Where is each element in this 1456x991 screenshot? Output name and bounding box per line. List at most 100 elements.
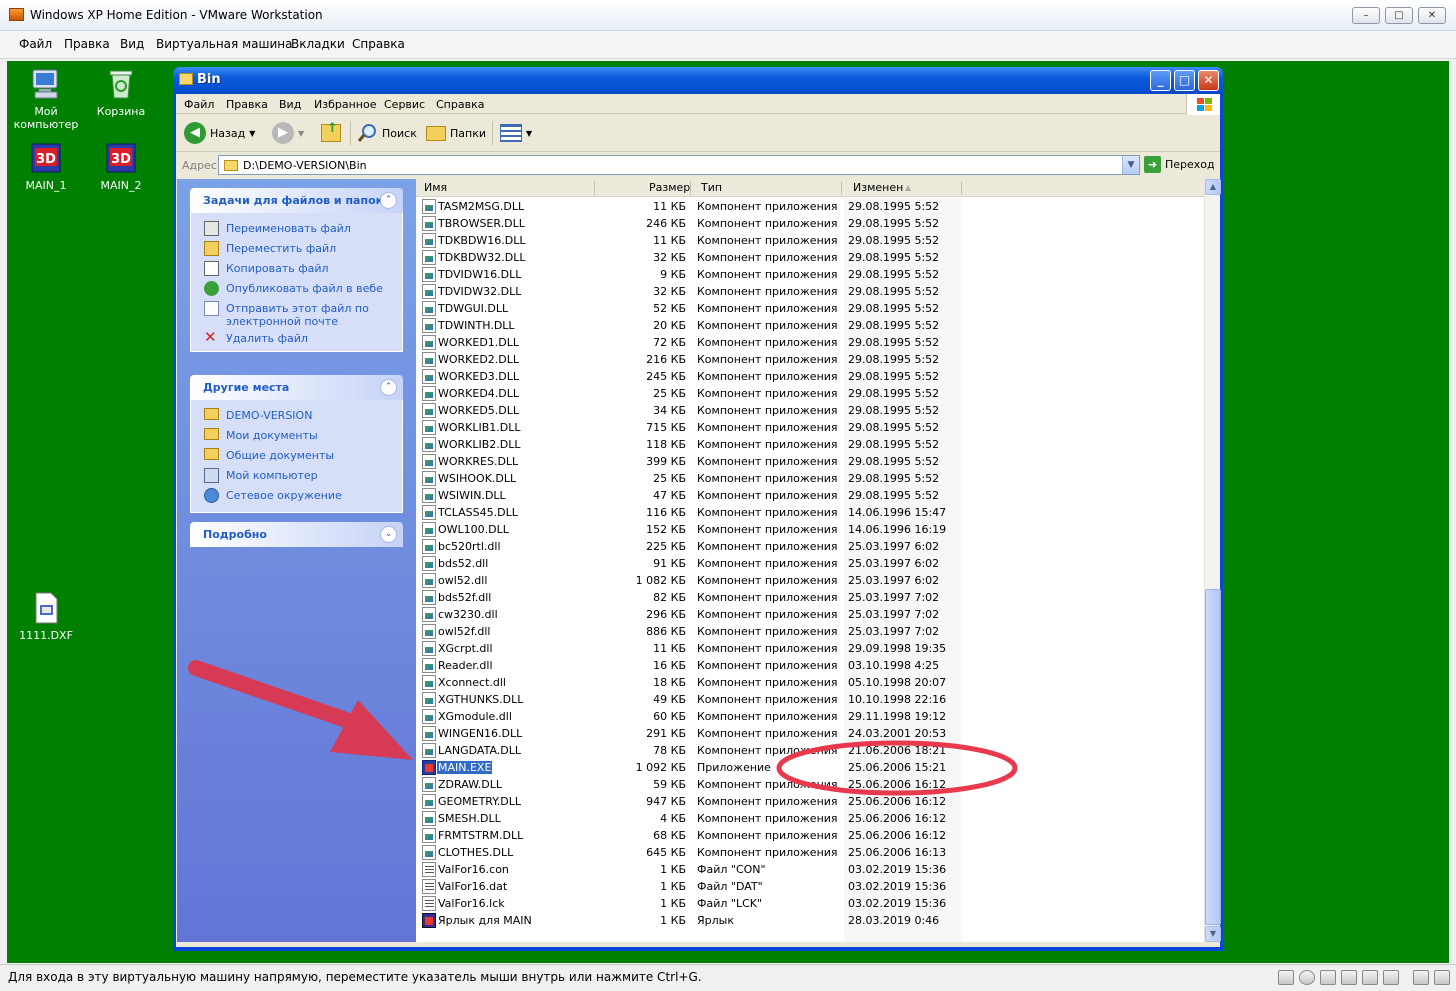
task-delete-file[interactable]: ✕ Удалить файл — [191, 329, 402, 349]
file-row[interactable]: TDKBDW32.DLL 32 КБ Компонент приложения 29.… — [416, 249, 1204, 266]
file-row[interactable]: MAIN.EXE 1 092 КБ Приложение 25.06.2006 15:… — [416, 759, 1204, 776]
details-header[interactable]: Подробно ⌄ — [190, 522, 403, 547]
file-row[interactable]: WORKRES.DLL 399 КБ Компонент приложения 29.… — [416, 453, 1204, 470]
explorer-menu-edit[interactable]: Правка — [226, 98, 268, 111]
place-my-documents[interactable]: Мои документы — [191, 426, 402, 446]
scroll-up-button[interactable]: ▲ — [1205, 179, 1221, 195]
task-copy-file[interactable]: Копировать файл — [191, 259, 402, 279]
column-modified[interactable]: Изменен — [853, 181, 903, 194]
usb-icon[interactable] — [1383, 970, 1399, 985]
file-row[interactable]: XGcrpt.dll 11 КБ Компонент приложения 29.09… — [416, 640, 1204, 657]
explorer-menu-favorites[interactable]: Избранное — [314, 98, 376, 111]
place-network[interactable]: Сетевое окружение — [191, 486, 402, 506]
file-row[interactable]: WSIWIN.DLL 47 КБ Компонент приложения 29.08… — [416, 487, 1204, 504]
fullscreen-icon[interactable] — [1434, 970, 1450, 985]
file-row[interactable]: cw3230.dll 296 КБ Компонент приложения 25.0… — [416, 606, 1204, 623]
file-row[interactable]: TDWINTH.DLL 20 КБ Компонент приложения 29.0… — [416, 317, 1204, 334]
file-row[interactable]: TDKBDW16.DLL 11 КБ Компонент приложения 29.… — [416, 232, 1204, 249]
file-tasks-header[interactable]: Задачи для файлов и папок ⌃ — [190, 188, 403, 213]
place-shared-documents[interactable]: Общие документы — [191, 446, 402, 466]
minimize-button[interactable]: – — [1352, 7, 1380, 24]
vertical-scrollbar[interactable]: ▲ ▼ — [1204, 179, 1221, 942]
file-row[interactable]: WORKLIB1.DLL 715 КБ Компонент приложения 29… — [416, 419, 1204, 436]
file-row[interactable]: WSIHOOK.DLL 25 КБ Компонент приложения 29.0… — [416, 470, 1204, 487]
menu-help[interactable]: Справка — [352, 37, 405, 51]
desktop-icon-main-2[interactable]: 3D MAIN_2 — [83, 141, 159, 192]
scroll-thumb[interactable] — [1205, 589, 1221, 925]
file-row[interactable]: TCLASS45.DLL 116 КБ Компонент приложения 14… — [416, 504, 1204, 521]
file-row[interactable]: TBROWSER.DLL 246 КБ Компонент приложения 29… — [416, 215, 1204, 232]
file-row[interactable]: CLOTHES.DLL 645 КБ Компонент приложения 25.… — [416, 844, 1204, 861]
column-type[interactable]: Тип — [701, 181, 722, 194]
task-move-file[interactable]: Переместить файл — [191, 239, 402, 259]
collapse-icon[interactable]: ⌃ — [380, 379, 397, 396]
file-row[interactable]: WORKED3.DLL 245 КБ Компонент приложения 29.… — [416, 368, 1204, 385]
message-icon[interactable] — [1413, 970, 1429, 985]
views-button[interactable]: ▼ — [500, 120, 532, 146]
file-row[interactable]: Xconnect.dll 18 КБ Компонент приложения 05.… — [416, 674, 1204, 691]
place-my-computer[interactable]: Мой компьютер — [191, 466, 402, 486]
file-row[interactable]: ZDRAW.DLL 59 КБ Компонент приложения 25.06.… — [416, 776, 1204, 793]
file-row[interactable]: ValFor16.dat 1 КБ Файл "DAT" 03.02.2019 15:… — [416, 878, 1204, 895]
close-button[interactable]: ✕ — [1418, 7, 1446, 24]
scroll-down-button[interactable]: ▼ — [1205, 926, 1221, 942]
menu-vm[interactable]: Виртуальная машина — [156, 37, 292, 51]
cd-drive-icon[interactable] — [1299, 970, 1315, 985]
file-row[interactable]: SMESH.DLL 4 КБ Компонент приложения 25.06.2… — [416, 810, 1204, 827]
go-button[interactable]: ➜ Переход — [1144, 156, 1215, 173]
explorer-menu-help[interactable]: Справка — [436, 98, 484, 111]
explorer-close-button[interactable]: ✕ — [1198, 70, 1219, 91]
task-publish-web[interactable]: Опубликовать файл в вебе — [191, 279, 402, 299]
other-places-header[interactable]: Другие места ⌃ — [190, 375, 403, 400]
column-size[interactable]: Размер — [649, 181, 690, 194]
explorer-minimize-button[interactable]: _ — [1150, 70, 1171, 91]
desktop-icon-my-computer[interactable]: Мой компьютер — [8, 67, 84, 131]
file-row[interactable]: LANGDATA.DLL 78 КБ Компонент приложения 21.… — [416, 742, 1204, 759]
file-row[interactable]: TASM2MSG.DLL 11 КБ Компонент приложения 29.… — [416, 198, 1204, 215]
explorer-title-bar[interactable]: Bin _ □ ✕ — [173, 67, 1223, 94]
file-row[interactable]: WORKED4.DLL 25 КБ Компонент приложения 29.0… — [416, 385, 1204, 402]
file-row[interactable]: XGmodule.dll 60 КБ Компонент приложения 29.… — [416, 708, 1204, 725]
desktop-icon-dxf[interactable]: 1111.DXF — [8, 591, 84, 642]
file-row[interactable]: WORKED2.DLL 216 КБ Компонент приложения 29.… — [416, 351, 1204, 368]
file-row[interactable]: bds52.dll 91 КБ Компонент приложения 25.03.… — [416, 555, 1204, 572]
address-input[interactable]: D:\DEMO-VERSION\Bin ▼ — [218, 155, 1140, 175]
file-row[interactable]: XGTHUNKS.DLL 49 КБ Компонент приложения 10.… — [416, 691, 1204, 708]
file-row[interactable]: owl52.dll 1 082 КБ Компонент приложения 25.… — [416, 572, 1204, 589]
file-row[interactable]: Reader.dll 16 КБ Компонент приложения 03.10… — [416, 657, 1204, 674]
search-button[interactable]: Поиск — [358, 120, 417, 146]
file-row[interactable]: Ярлык для MAIN 1 КБ Ярлык 28.03.2019 0:46 — [416, 912, 1204, 929]
menu-tabs[interactable]: Вкладки — [291, 37, 345, 51]
desktop-icon-recycle-bin[interactable]: Корзина — [83, 67, 159, 118]
expand-icon[interactable]: ⌄ — [380, 526, 397, 543]
explorer-menu-view[interactable]: Вид — [279, 98, 301, 111]
file-row[interactable]: WORKED1.DLL 72 КБ Компонент приложения 29.0… — [416, 334, 1204, 351]
desktop-icon-main-1[interactable]: 3D MAIN_1 — [8, 141, 84, 192]
file-row[interactable]: WINGEN16.DLL 291 КБ Компонент приложения 24… — [416, 725, 1204, 742]
explorer-menu-file[interactable]: Файл — [184, 98, 214, 111]
file-row[interactable]: owl52f.dll 886 КБ Компонент приложения 25.0… — [416, 623, 1204, 640]
folders-button[interactable]: Папки — [426, 120, 486, 146]
back-button[interactable]: ◀ Назад ▼ — [184, 120, 255, 146]
menu-view[interactable]: Вид — [120, 37, 144, 51]
up-folder-button[interactable]: ↑ — [321, 120, 341, 146]
file-row[interactable]: ValFor16.con 1 КБ Файл "CON" 03.02.2019 15:… — [416, 861, 1204, 878]
collapse-icon[interactable]: ⌃ — [380, 192, 397, 209]
file-row[interactable]: TDVIDW32.DLL 32 КБ Компонент приложения 29.… — [416, 283, 1204, 300]
file-row[interactable]: OWL100.DLL 152 КБ Компонент приложения 14.0… — [416, 521, 1204, 538]
file-row[interactable]: TDWGUI.DLL 52 КБ Компонент приложения 29.08… — [416, 300, 1204, 317]
task-rename-file[interactable]: Переименовать файл — [191, 219, 402, 239]
place-demo-version[interactable]: DEMO-VERSION — [191, 406, 402, 426]
file-row[interactable]: WORKED5.DLL 34 КБ Компонент приложения 29.0… — [416, 402, 1204, 419]
file-row[interactable]: WORKLIB2.DLL 118 КБ Компонент приложения 29… — [416, 436, 1204, 453]
sound-icon[interactable] — [1362, 970, 1378, 985]
maximize-button[interactable]: □ — [1385, 7, 1413, 24]
column-name[interactable]: Имя — [424, 181, 447, 194]
file-row[interactable]: FRMTSTRM.DLL 68 КБ Компонент приложения 25.… — [416, 827, 1204, 844]
file-row[interactable]: GEOMETRY.DLL 947 КБ Компонент приложения 25… — [416, 793, 1204, 810]
network-adapter-icon[interactable] — [1320, 970, 1336, 985]
file-row[interactable]: bds52f.dll 82 КБ Компонент приложения 25.03… — [416, 589, 1204, 606]
forward-button[interactable]: ▶ ▼ — [272, 120, 304, 146]
task-email-file[interactable]: Отправить этот файл по электронной почте — [191, 299, 402, 329]
explorer-menu-tools[interactable]: Сервис — [384, 98, 425, 111]
